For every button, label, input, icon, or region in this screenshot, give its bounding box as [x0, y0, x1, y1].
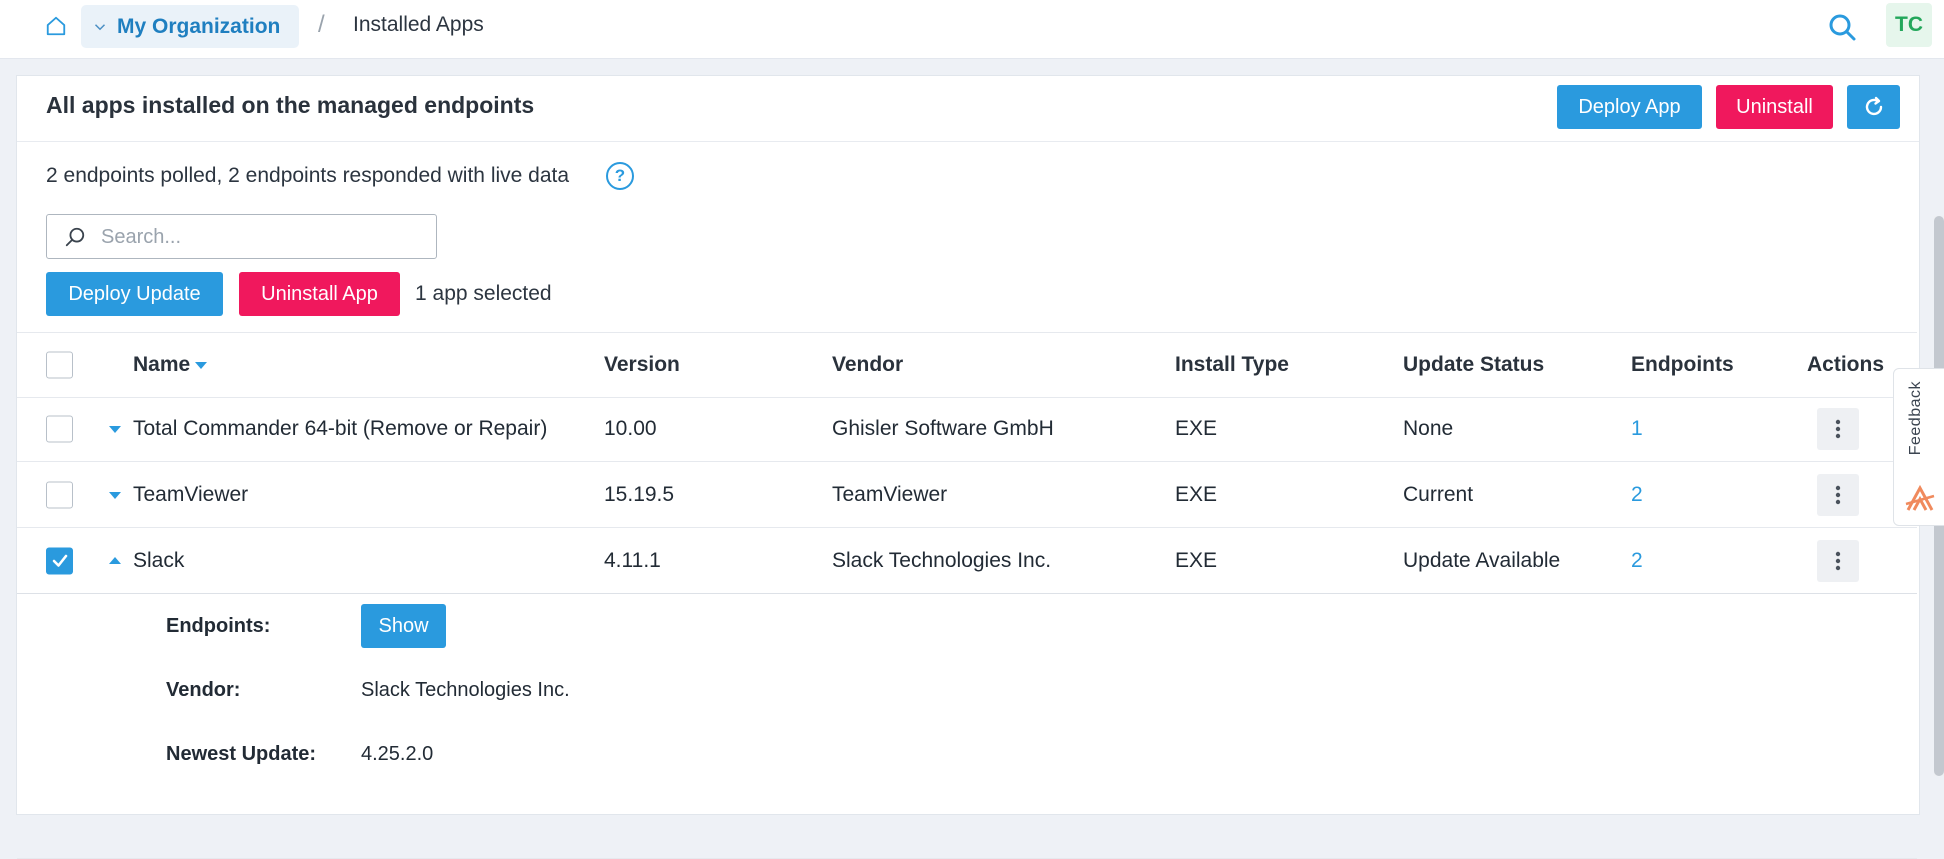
selection-count: 1 app selected	[415, 282, 552, 305]
app-update-status: None	[1403, 416, 1454, 440]
expand-caret-icon[interactable]	[107, 487, 123, 503]
refresh-button[interactable]	[1847, 85, 1900, 129]
feedback-logo-icon	[1905, 484, 1935, 511]
app-install-type: EXE	[1175, 548, 1218, 572]
help-icon[interactable]: ?	[606, 162, 634, 190]
app-version: 10.00	[604, 416, 657, 440]
search-icon[interactable]	[1827, 12, 1857, 42]
app-install-type: EXE	[1175, 482, 1218, 506]
app-version: 4.11.1	[604, 548, 661, 572]
column-header-name[interactable]: Name	[133, 353, 208, 377]
row-actions-menu-button[interactable]	[1817, 473, 1859, 516]
app-name: Total Commander 64-bit (Remove or Repair…	[133, 416, 548, 440]
select-all-checkbox[interactable]	[46, 351, 73, 379]
more-vertical-icon	[1835, 485, 1841, 504]
app-version: 15.19.5	[604, 482, 675, 506]
deploy-app-button[interactable]: Deploy App	[1557, 85, 1702, 129]
organization-selector[interactable]: My Organization	[81, 5, 299, 48]
row-checkbox[interactable]	[46, 481, 73, 508]
refresh-icon	[1865, 96, 1882, 116]
row-checkbox-checked[interactable]	[46, 547, 73, 574]
detail-endpoints-label: Endpoints:	[166, 615, 271, 637]
row-actions-menu-button[interactable]	[1817, 539, 1859, 582]
app-update-status: Current	[1403, 482, 1474, 506]
installed-apps-card: All apps installed on the managed endpoi…	[16, 75, 1944, 859]
app-vendor: Ghisler Software GmbH	[832, 416, 1054, 440]
home-icon[interactable]	[42, 12, 70, 40]
endpoints-count-link[interactable]: 2	[1631, 483, 1643, 507]
column-header-version[interactable]: Version	[604, 353, 680, 377]
app-name: TeamViewer	[133, 482, 249, 506]
sort-desc-icon	[195, 362, 208, 370]
chevron-down-icon	[94, 23, 106, 30]
top-bar: My Organization / Installed Apps TC	[0, 0, 1944, 59]
checkmark-icon	[52, 554, 67, 567]
more-vertical-icon	[1835, 419, 1841, 438]
app-vendor: Slack Technologies Inc.	[832, 548, 1052, 572]
breadcrumb-current-page: Installed Apps	[353, 13, 484, 36]
column-header-endpoints[interactable]: Endpoints	[1631, 353, 1734, 377]
table-row: Total Commander 64-bit (Remove or Repair…	[17, 396, 1917, 462]
row-checkbox[interactable]	[46, 415, 73, 442]
organization-label: My Organization	[117, 14, 281, 38]
deploy-update-button[interactable]: Deploy Update	[46, 272, 223, 316]
table-row: Slack 4.11.1 Slack Technologies Inc. EXE…	[17, 528, 1917, 594]
search-icon	[65, 227, 85, 247]
column-header-name-label: Name	[133, 353, 191, 376]
expand-caret-icon[interactable]	[107, 421, 123, 437]
app-vendor: TeamViewer	[832, 482, 948, 506]
collapse-caret-icon[interactable]	[107, 553, 123, 569]
detail-newest-update-label: Newest Update:	[166, 743, 317, 765]
breadcrumb-separator: /	[318, 11, 325, 38]
detail-newest-update-value: 4.25.2.0	[361, 743, 434, 765]
page-title: All apps installed on the managed endpoi…	[46, 92, 535, 118]
endpoints-count-link[interactable]: 2	[1631, 549, 1643, 573]
column-header-update-status[interactable]: Update Status	[1403, 353, 1544, 377]
poll-status-text: 2 endpoints polled, 2 endpoints responde…	[46, 164, 570, 187]
app-install-type: EXE	[1175, 416, 1218, 440]
show-endpoints-button[interactable]: Show	[361, 604, 446, 648]
card-header: All apps installed on the managed endpoi…	[17, 76, 1919, 142]
feedback-tab[interactable]: Feedback	[1893, 368, 1944, 526]
uninstall-button[interactable]: Uninstall	[1716, 85, 1833, 129]
feedback-label: Feedback	[1907, 381, 1924, 456]
uninstall-app-button[interactable]: Uninstall App	[239, 272, 400, 316]
detail-vendor-value: Slack Technologies Inc.	[361, 679, 570, 701]
column-header-actions: Actions	[1807, 353, 1885, 376]
app-name: Slack	[133, 548, 185, 572]
column-header-vendor[interactable]: Vendor	[832, 353, 903, 377]
user-avatar[interactable]: TC	[1886, 3, 1932, 47]
endpoints-count-link[interactable]: 1	[1631, 417, 1643, 441]
app-update-status: Update Available	[1403, 548, 1561, 572]
search-field[interactable]	[46, 214, 437, 259]
detail-vendor-label: Vendor:	[166, 679, 241, 701]
table-header-row: Name Version Vendor Install Type Update …	[17, 332, 1917, 398]
table-row: TeamViewer 15.19.5 TeamViewer EXE Curren…	[17, 462, 1917, 528]
app-detail-panel: Endpoints: Show Vendor: Slack Technologi…	[17, 594, 1917, 774]
more-vertical-icon	[1835, 551, 1841, 570]
row-actions-menu-button[interactable]	[1817, 407, 1859, 450]
search-input[interactable]	[99, 221, 423, 253]
column-header-install-type[interactable]: Install Type	[1175, 353, 1289, 377]
